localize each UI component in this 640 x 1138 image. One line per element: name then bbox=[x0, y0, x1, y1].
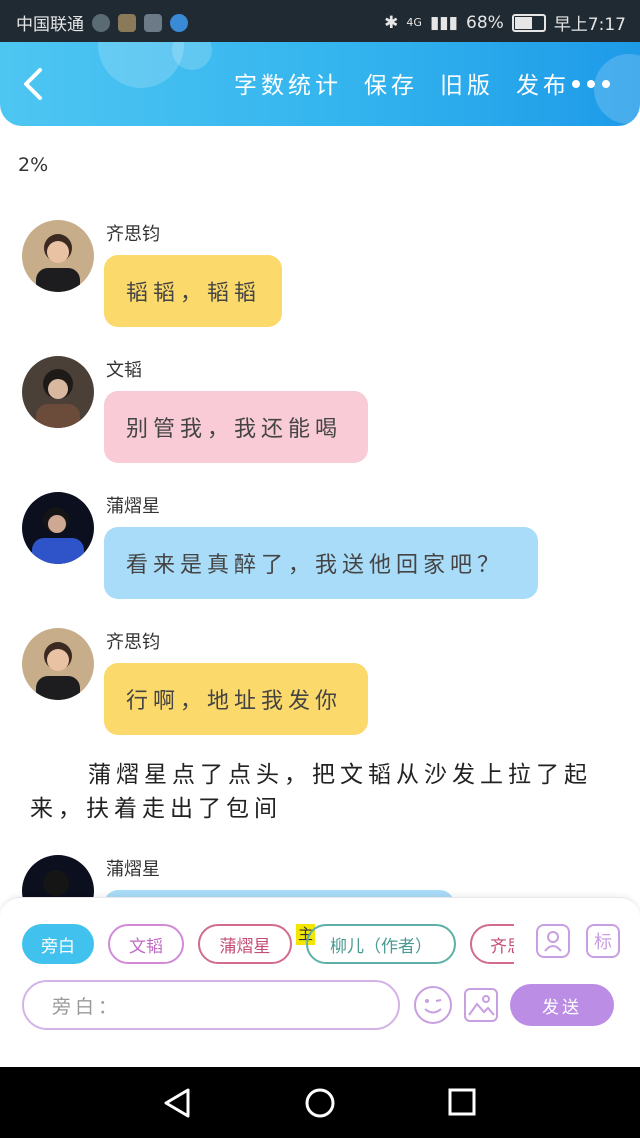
network-label: 4G bbox=[406, 16, 422, 29]
sender-name: 齐思钧 bbox=[106, 632, 160, 653]
carrier-label: 中国联通 bbox=[16, 15, 84, 35]
sender-name: 蒲熠星 bbox=[106, 496, 160, 517]
publish-button[interactable]: 发布 bbox=[516, 66, 570, 100]
avatar[interactable] bbox=[22, 356, 94, 428]
chevron-left-icon bbox=[24, 68, 42, 100]
word-count-button[interactable]: 字数统计 bbox=[234, 66, 342, 100]
role-chip-narrator[interactable]: 旁白 bbox=[22, 924, 94, 964]
person-icon[interactable] bbox=[536, 924, 570, 958]
input-panel: 旁白 文韬 蒲熠星 主 柳儿（作者） 齐思钧 标 旁白： 发送 bbox=[0, 897, 640, 1068]
home-circle-icon[interactable] bbox=[304, 1087, 336, 1119]
role-chip-list[interactable]: 旁白 文韬 蒲熠星 主 柳儿（作者） 齐思钧 bbox=[22, 924, 514, 968]
message-bubble[interactable]: 看来是真醉了，我送他回家吧？ bbox=[104, 527, 538, 599]
image-icon[interactable] bbox=[464, 988, 498, 1022]
decor-bubble bbox=[594, 54, 640, 124]
message-input[interactable]: 旁白： bbox=[22, 980, 400, 1030]
signal-icon: ▮▮▮ bbox=[429, 12, 459, 33]
role-chip-qisijun[interactable]: 齐思钧 bbox=[470, 924, 514, 964]
globe-icon bbox=[92, 13, 110, 32]
role-chip-puyixing[interactable]: 蒲熠星 bbox=[198, 924, 292, 964]
message-bubble[interactable]: 韬韬，韬韬 bbox=[104, 255, 282, 327]
tag-button[interactable]: 标 bbox=[586, 924, 620, 958]
avatar[interactable] bbox=[22, 220, 94, 292]
send-button[interactable]: 发送 bbox=[510, 984, 614, 1026]
sender-name: 齐思钧 bbox=[106, 224, 160, 245]
status-bar: 中国联通 ✱ 4G ▮▮▮ 68% 早上7:17 bbox=[0, 0, 640, 42]
clock: 早上7:17 bbox=[553, 15, 626, 35]
message-bubble[interactable]: 别管我，我还能喝 bbox=[104, 391, 368, 463]
bluetooth-icon: ✱ bbox=[384, 12, 399, 33]
message-bubble[interactable]: 行啊，地址我发你 bbox=[104, 663, 368, 735]
system-nav-bar bbox=[0, 1067, 640, 1138]
emoji-icon[interactable] bbox=[414, 986, 452, 1024]
huawei-icon bbox=[144, 13, 162, 32]
back-triangle-icon[interactable] bbox=[162, 1087, 192, 1119]
recents-square-icon[interactable] bbox=[448, 1088, 476, 1116]
back-button[interactable] bbox=[18, 64, 58, 104]
role-chip-wentao[interactable]: 文韬 bbox=[108, 924, 184, 964]
battery-icon bbox=[511, 13, 546, 32]
narration-text[interactable]: 蒲熠星点了点头，把文韬从沙发上拉了起来，扶着走出了包间 bbox=[30, 758, 610, 826]
old-version-button[interactable]: 旧版 bbox=[440, 66, 494, 100]
avatar[interactable] bbox=[22, 628, 94, 700]
sender-name: 蒲熠星 bbox=[106, 859, 160, 880]
shield-icon bbox=[118, 13, 136, 32]
more-dots-icon[interactable] bbox=[572, 80, 610, 88]
avatar[interactable] bbox=[22, 492, 94, 564]
browser-icon bbox=[170, 13, 188, 32]
progress-text: 2% bbox=[18, 154, 49, 176]
battery-percent: 68% bbox=[466, 12, 504, 33]
sender-name: 文韬 bbox=[106, 360, 142, 381]
save-button[interactable]: 保存 bbox=[364, 66, 418, 100]
editor-header: 字数统计 保存 旧版 发布 bbox=[0, 42, 640, 126]
role-chip-author[interactable]: 柳儿（作者） bbox=[306, 924, 456, 964]
